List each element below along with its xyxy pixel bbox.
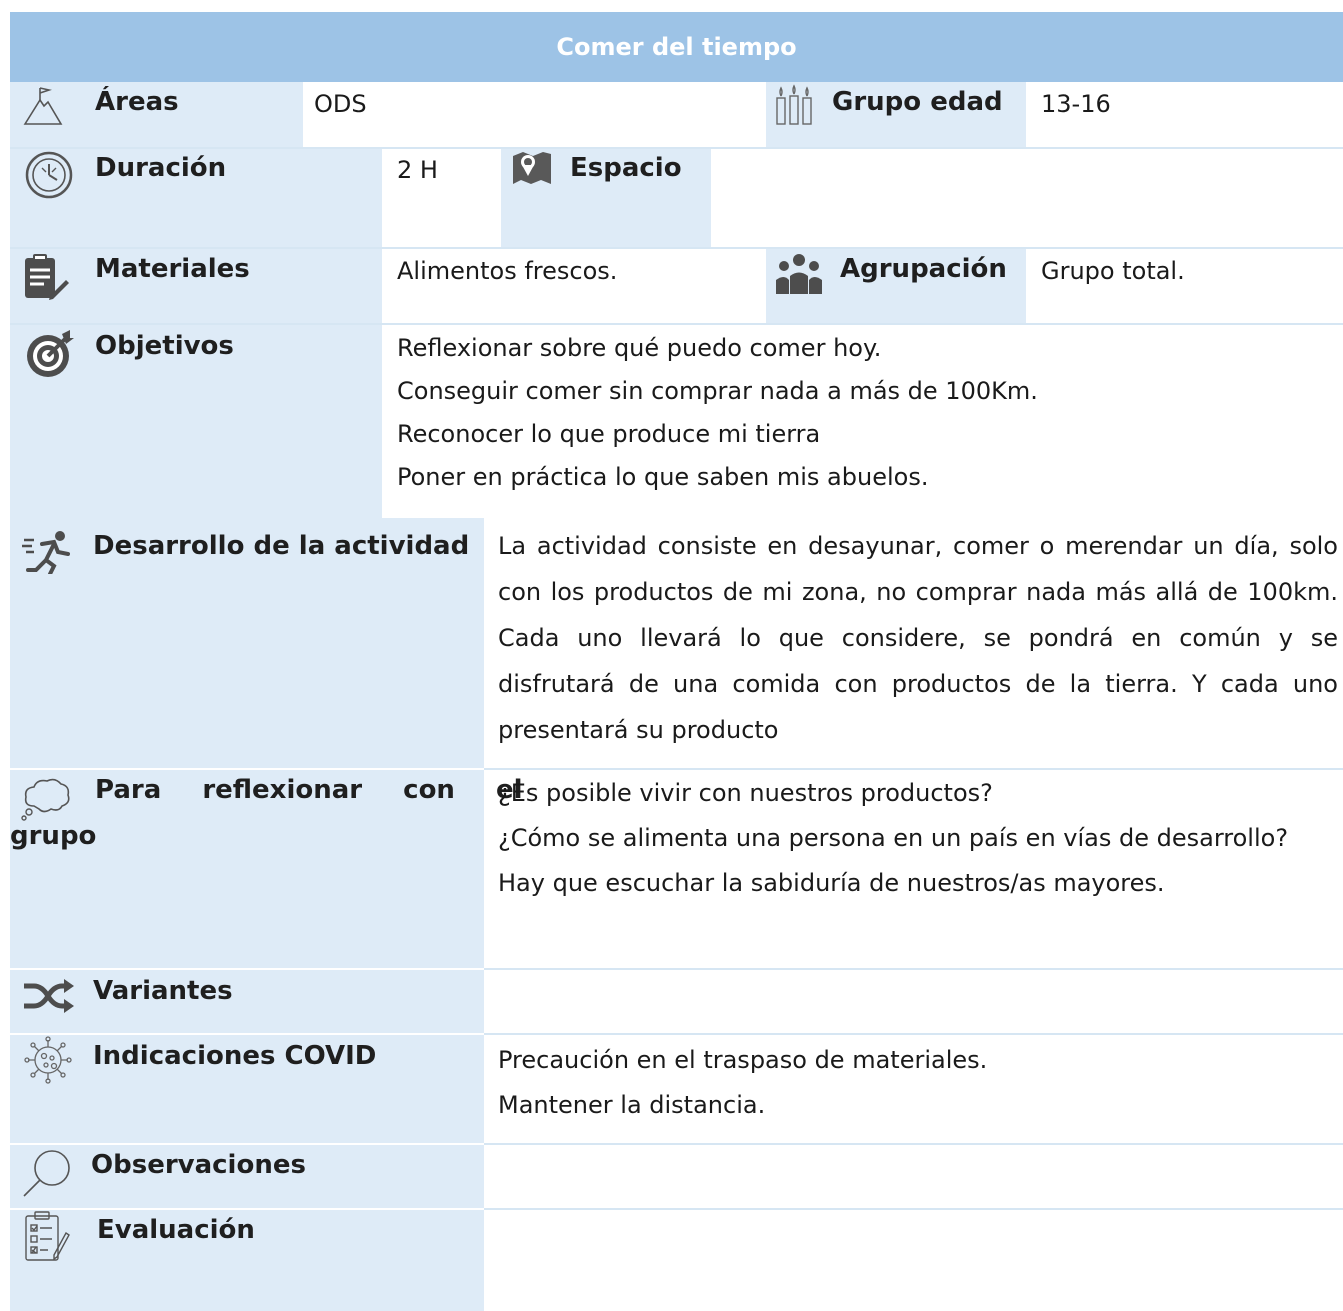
candles-icon (776, 84, 812, 125)
map-pin-icon (513, 152, 551, 184)
clipboard-pencil-icon (25, 254, 69, 300)
areas-value: ODS (314, 90, 367, 118)
espacio-label: Espacio (570, 153, 682, 183)
activity-title-bar: Comer del tiempo (10, 12, 1343, 82)
list-item: Mantener la distancia. (498, 1091, 766, 1119)
reflexionar-list: ¿Es posible vivir con nuestros productos… (498, 771, 1338, 906)
agrupacion-value: Grupo total. (1041, 257, 1185, 285)
desarrollo-label: Desarrollo de la actividad (93, 531, 470, 561)
materiales-label: Materiales (95, 254, 250, 284)
mountain-flag-icon (23, 87, 63, 125)
checklist-icon (25, 1211, 70, 1261)
list-item: ¿Es posible vivir con nuestros productos… (498, 779, 993, 807)
magnifier-icon (23, 1150, 70, 1197)
shuffle-icon (24, 979, 74, 1013)
divider (484, 1143, 1343, 1145)
covid-list: Precaución en el traspaso de materiales.… (498, 1038, 987, 1128)
areas-label: Áreas (95, 87, 179, 117)
desarrollo-text: La actividad consiste en desayunar, come… (498, 532, 1338, 744)
reflexionar-label-text: Para reflexionar con el (95, 775, 523, 805)
list-item: Conseguir comer sin comprar nada a más d… (397, 377, 1038, 405)
target-icon (27, 330, 74, 377)
duracion-value: 2 H (397, 156, 438, 184)
variantes-label-cell (10, 970, 484, 1033)
reflexionar-label-line2: grupo (10, 821, 97, 851)
clock-icon (25, 151, 73, 199)
list-item: Precaución en el traspaso de materiales. (498, 1046, 988, 1074)
agrupacion-label: Agrupación (840, 254, 1007, 284)
reflexionar-label-line1: Para reflexionar con el (95, 775, 523, 805)
list-item: Poner en práctica lo que saben mis abuel… (397, 463, 929, 491)
divider (484, 768, 1343, 770)
people-group-icon (776, 254, 822, 294)
activity-title: Comer del tiempo (556, 33, 797, 61)
running-icon (22, 531, 70, 574)
observaciones-label: Observaciones (91, 1150, 306, 1180)
thought-cloud-icon (21, 778, 70, 821)
divider (484, 968, 1343, 970)
objetivos-list: Reflexionar sobre qué puedo comer hoy. C… (397, 327, 1038, 499)
list-item: Reflexionar sobre qué puedo comer hoy. (397, 334, 882, 362)
grupo-edad-value: 13-16 (1041, 90, 1111, 118)
grupo-edad-label: Grupo edad (832, 87, 1003, 117)
materiales-value: Alimentos frescos. (397, 257, 618, 285)
virus-icon (24, 1036, 72, 1084)
evaluacion-label: Evaluación (97, 1215, 255, 1245)
covid-label: Indicaciones COVID (93, 1041, 377, 1071)
divider (484, 1033, 1343, 1035)
objetivos-label: Objetivos (95, 331, 234, 361)
duracion-label: Duración (95, 153, 227, 183)
list-item: ¿Cómo se alimenta una persona en un país… (498, 824, 1289, 852)
variantes-label: Variantes (93, 976, 233, 1006)
list-item: Hay que escuchar la sabiduría de nuestro… (498, 869, 1165, 897)
list-item: Reconocer lo que produce mi tierra (397, 420, 821, 448)
divider (484, 1208, 1343, 1210)
